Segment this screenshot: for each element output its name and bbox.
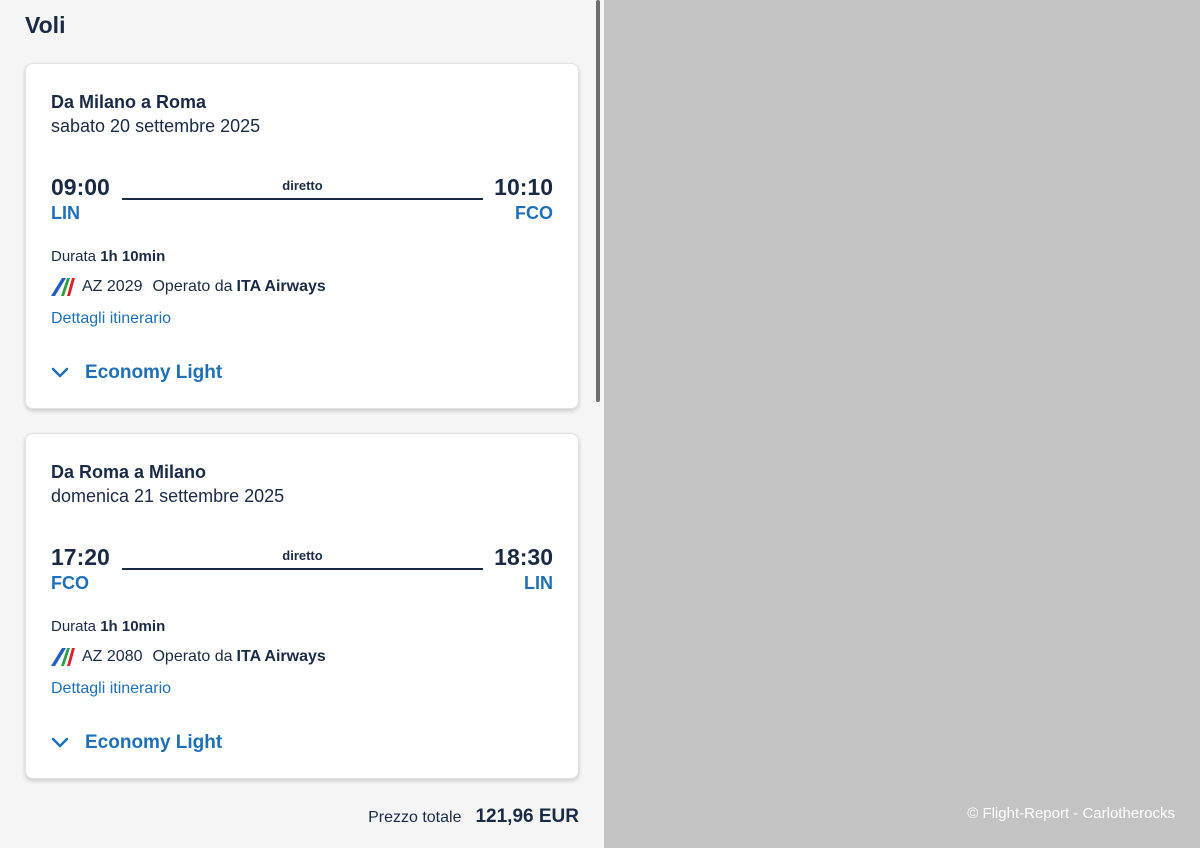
scrollbar[interactable]: [596, 0, 600, 402]
route-line: [122, 198, 483, 200]
total-price-value: 121,96 EUR: [475, 806, 579, 827]
duration: Durata 1h 10min: [51, 618, 165, 635]
arrival-airport: FCO: [515, 203, 553, 223]
arrival-time: 10:10: [494, 174, 553, 200]
total-price: Prezzo totale 121,96 EUR: [368, 806, 579, 828]
duration-label: Durata: [51, 618, 97, 635]
operated-by-label: Operato da: [152, 278, 233, 295]
flights-panel: Voli Da Milano a Roma sabato 20 settembr…: [0, 0, 604, 848]
ita-airways-logo-icon: [51, 278, 75, 296]
total-price-label: Prezzo totale: [368, 809, 462, 826]
itinerary-details-link[interactable]: Dettagli itinerario: [51, 310, 171, 328]
carrier-name: ITA Airways: [236, 648, 326, 665]
duration-value: 1h 10min: [100, 248, 166, 265]
operated-by-label: Operato da: [152, 648, 233, 665]
flight-date: domenica 21 settembre 2025: [51, 486, 285, 506]
duration-label: Durata: [51, 248, 97, 265]
arrival-time: 18:30: [494, 544, 553, 570]
route-title: Da Roma a Milano: [51, 462, 207, 482]
departure-time: 09:00: [51, 174, 110, 200]
departure-time: 17:20: [51, 544, 110, 570]
flight-number: AZ 2029: [82, 278, 143, 295]
route-title: Da Milano a Roma: [51, 92, 207, 112]
flight-card-outbound: Da Milano a Roma sabato 20 settembre 202…: [25, 63, 579, 409]
duration: Durata 1h 10min: [51, 248, 165, 265]
departure-airport: LIN: [51, 203, 80, 223]
watermark: © Flight-Report - Carlotherocks: [967, 805, 1175, 822]
duration-value: 1h 10min: [100, 618, 166, 635]
stops-label: diretto: [282, 548, 323, 563]
stops-label: diretto: [282, 178, 323, 193]
flight-number: AZ 2080: [82, 648, 143, 665]
fare-toggle[interactable]: Economy Light: [51, 362, 222, 384]
route-line: [122, 568, 483, 570]
fare-toggle[interactable]: Economy Light: [51, 732, 222, 754]
departure-airport: FCO: [51, 573, 89, 593]
carrier-name: ITA Airways: [236, 278, 326, 295]
page-title: Voli: [25, 12, 66, 38]
flight-info-row: AZ 2080 Operato da ITA Airways: [51, 645, 326, 669]
flight-card-return: Da Roma a Milano domenica 21 settembre 2…: [25, 433, 579, 779]
chevron-down-icon: [51, 737, 69, 748]
arrival-airport: LIN: [524, 573, 553, 593]
chevron-down-icon: [51, 367, 69, 378]
flight-date: sabato 20 settembre 2025: [51, 116, 261, 136]
itinerary-details-link[interactable]: Dettagli itinerario: [51, 680, 171, 698]
fare-label: Economy Light: [85, 362, 223, 383]
flight-info-row: AZ 2029 Operato da ITA Airways: [51, 275, 326, 299]
fare-label: Economy Light: [85, 732, 223, 753]
ita-airways-logo-icon: [51, 648, 75, 666]
